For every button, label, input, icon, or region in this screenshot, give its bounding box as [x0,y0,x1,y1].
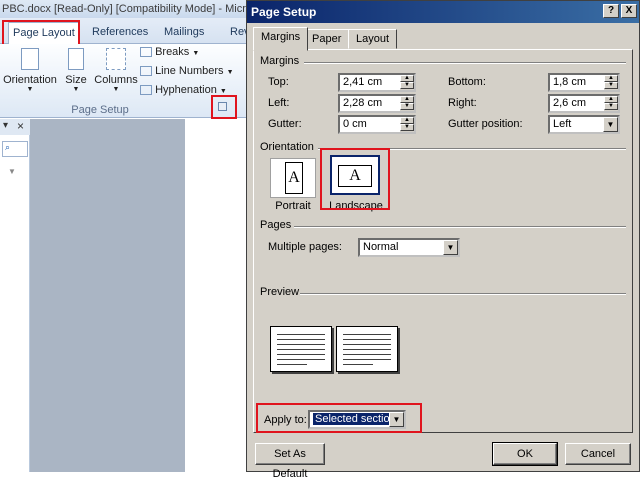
tab-layout[interactable]: Layout [348,29,398,49]
orientation-section-label: Orientation [260,141,314,153]
nav-dropdown-icon[interactable]: ▼ [8,167,16,176]
multiple-pages-select[interactable]: Normal ▼ [358,238,460,257]
cancel-button[interactable]: Cancel [565,443,631,465]
size-icon [68,48,84,70]
spin-down-icon[interactable]: ▼ [604,82,618,89]
gutter-position-select[interactable]: Left ▼ [548,115,620,134]
columns-label: Columns [94,74,138,86]
help-button[interactable]: ? [603,4,619,18]
bottom-margin-value: 1,8 cm [553,76,587,88]
gutter-position-label: Gutter position: [448,118,523,130]
page-setup-group-label: Page Setup [71,104,129,116]
tab-margins[interactable]: Margins [253,27,309,51]
document-page[interactable] [185,119,250,472]
portrait-button[interactable]: A [270,158,316,198]
highlight-box-page-layout-tab [2,20,80,46]
bottom-margin-input[interactable]: 1,8 cm ▲ ▼ [548,73,620,92]
tab-references[interactable]: References [88,22,152,42]
right-label: Right: [448,97,477,109]
left-margin-input[interactable]: 2,28 cm ▲ ▼ [338,94,416,113]
multiple-pages-value: Normal [363,241,399,253]
navigation-pane: ⌕ ▼ [0,119,30,472]
word-window: PBC.docx [Read-Only] [Compatibility Mode… [0,0,250,472]
chevron-down-icon[interactable]: ▼ [603,117,618,132]
spin-up-icon[interactable]: ▲ [604,96,618,103]
word-title-bar: PBC.docx [Read-Only] [Compatibility Mode… [0,0,250,18]
left-margin-value: 2,28 cm [343,97,383,109]
portrait-icon-letter: A [288,169,300,186]
page-setup-dialog: Page Setup ? X Margins Paper Layout Marg… [246,0,640,480]
breaks-button[interactable]: Breaks ▼ [140,46,199,58]
hyphenation-dropdown-icon: ▼ [219,88,227,95]
gutter-position-value: Left [553,118,572,130]
breaks-icon [140,47,152,58]
margins-divider [304,62,626,64]
tab-mailings[interactable]: Mailings [160,22,208,42]
dialog-title: Page Setup [251,5,317,19]
margins-tab-panel: Margins Top: 2,41 cm ▲ ▼ Bottom: 1,8 cm ▲… [253,49,633,433]
preview-divider [300,293,626,295]
orientation-dropdown-icon: ▼ [26,86,34,93]
margins-section-label: Margins [260,55,300,67]
right-margin-value: 2,6 cm [553,97,587,109]
orientation-button[interactable]: Orientation ▼ [2,48,58,93]
chevron-down-icon[interactable]: ▼ [443,240,458,255]
orientation-icon [21,48,39,70]
columns-icon [106,48,126,70]
line-numbers-label: Line Numbers [155,65,224,77]
highlight-box-dialog-launcher [211,95,237,119]
breaks-label: Breaks [155,46,190,58]
set-as-default-button[interactable]: Set As Default [255,443,325,480]
multiple-pages-label: Multiple pages: [268,241,342,253]
hyphenation-label: Hyphenation [155,84,217,96]
tab-paper[interactable]: Paper [304,29,350,49]
columns-button[interactable]: Columns ▼ [94,48,138,93]
pages-divider [294,226,626,228]
spin-up-icon[interactable]: ▲ [400,75,414,82]
right-margin-input[interactable]: 2,6 cm ▲ ▼ [548,94,620,113]
hyphenation-icon [140,85,152,96]
portrait-label: Portrait [275,200,311,212]
pages-section-label: Pages [260,219,292,231]
line-numbers-dropdown-icon: ▼ [226,69,234,76]
spin-down-icon[interactable]: ▼ [400,124,414,131]
spin-up-icon[interactable]: ▲ [604,75,618,82]
gutter-input[interactable]: 0 cm ▲ ▼ [338,115,416,134]
close-button[interactable]: X [621,4,637,18]
preview-page-right [336,326,398,372]
portrait-page-icon: A [285,162,303,194]
nav-pane-close-icon[interactable]: × [17,119,24,133]
bottom-label: Bottom: [448,76,486,88]
line-numbers-button[interactable]: Line Numbers ▼ [140,65,234,77]
spin-down-icon[interactable]: ▼ [400,103,414,110]
size-button[interactable]: Size ▼ [62,48,90,93]
breaks-dropdown-icon: ▼ [192,50,200,57]
nav-search-icon[interactable]: ⌕ [2,141,28,157]
dialog-title-bar: Page Setup ? X [247,1,639,23]
preview-section-label: Preview [260,286,300,298]
spin-up-icon[interactable]: ▲ [400,96,414,103]
orientation-label: Orientation [3,74,57,86]
top-margin-value: 2,41 cm [343,76,383,88]
spin-down-icon[interactable]: ▼ [400,82,414,89]
spin-up-icon[interactable]: ▲ [400,117,414,124]
line-numbers-icon [140,66,152,77]
size-label: Size [65,74,87,86]
top-label: Top: [268,76,289,88]
left-label: Left: [268,97,290,109]
document-background [30,119,185,472]
gutter-value: 0 cm [343,118,367,130]
top-margin-input[interactable]: 2,41 cm ▲ ▼ [338,73,416,92]
gutter-label: Gutter: [268,118,302,130]
nav-pane-menu-icon[interactable]: ▾ [3,120,8,131]
columns-dropdown-icon: ▼ [112,86,120,93]
highlight-box-apply-to [256,403,422,433]
nav-pane-header: ▾ × [0,119,30,135]
highlight-box-landscape [320,148,390,210]
ok-button[interactable]: OK [492,442,558,466]
preview-page-left [270,326,332,372]
size-dropdown-icon: ▼ [72,86,80,93]
spin-down-icon[interactable]: ▼ [604,103,618,110]
